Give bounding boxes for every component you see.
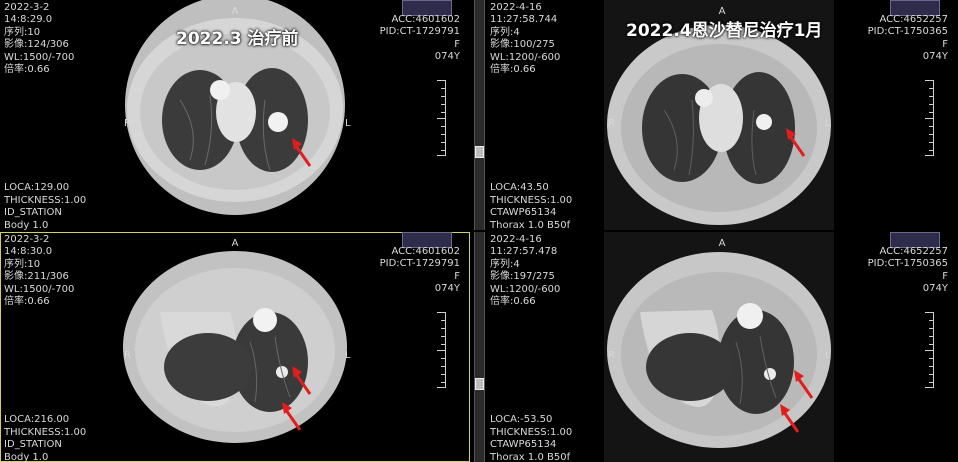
orientation-right: R (124, 118, 131, 129)
orientation-left: L (345, 350, 351, 361)
scale-ruler (925, 80, 934, 156)
image-pane-bottom-right[interactable]: 2022-4-16 11:27:57.478 序列:4 影像:197/275 WL:1… (486, 232, 958, 462)
slice-info-bottom-left: LOCA:216.00 THICKNESS:1.00 ID_STATION Body … (4, 414, 87, 462)
slice-info-bottom-left: LOCA:43.50 THICKNESS:1.00 CTAWP65134 Thorax… (490, 182, 573, 230)
series-scrollbar-top[interactable] (474, 0, 485, 230)
slice-info-bottom-left: LOCA:129.00 THICKNESS:1.00 ID_STATION Body … (4, 182, 87, 230)
orientation-left: L (825, 118, 831, 129)
study-info-top-left: 2022-4-16 11:27:58.744 序列:4 影像:100/275 WL:1… (490, 2, 561, 76)
orientation-right: R (608, 350, 615, 361)
arrow-icon (780, 404, 800, 433)
patient-info-top-right: ACC:4601602 PID:CT-1729791 F 074Y (379, 246, 460, 295)
orientation-left: L (825, 350, 831, 361)
orientation-right: R (124, 350, 131, 361)
patient-info-top-right: ACC:4601602 PID:CT-1729791 F 074Y (379, 14, 460, 63)
image-pane-top-left[interactable]: 2022-3-2 14:8:29.0 序列:10 影像:124/306 WL:1500… (0, 0, 470, 230)
study-info-top-left: 2022-3-2 14:8:29.0 序列:10 影像:124/306 WL:1500… (4, 2, 75, 76)
dicom-viewer: 2022-3-2 14:8:29.0 序列:10 影像:124/306 WL:1500… (0, 0, 958, 462)
scale-ruler (925, 312, 934, 388)
scrollbar-thumb[interactable] (475, 146, 484, 158)
arrow-icon (794, 370, 814, 399)
slice-info-bottom-left: LOCA:-53.50 THICKNESS:1.00 CTAWP65134 Thora… (490, 414, 573, 462)
arrow-icon (282, 402, 302, 431)
orientation-anterior: A (231, 6, 239, 17)
patient-info-top-right: ACC:4652257 PID:CT-1750365 F 074Y (867, 246, 948, 295)
scale-ruler (437, 80, 446, 156)
caption-before-treatment: 2022.3 治疗前 (176, 29, 299, 49)
scale-ruler (437, 312, 446, 388)
arrow-icon (786, 128, 806, 157)
study-info-top-left: 2022-3-2 14:8:30.0 序列:10 影像:211/306 WL:1500… (4, 234, 75, 308)
orientation-right: R (608, 118, 615, 129)
ct-slice-image (123, 251, 347, 443)
orientation-left: L (345, 118, 351, 129)
image-pane-bottom-left[interactable]: 2022-3-2 14:8:30.0 序列:10 影像:211/306 WL:1500… (0, 232, 470, 462)
scrollbar-thumb[interactable] (475, 378, 484, 390)
study-info-top-left: 2022-4-16 11:27:57.478 序列:4 影像:197/275 WL:1… (490, 234, 561, 308)
patient-info-top-right: ACC:4652257 PID:CT-1750365 F 074Y (867, 14, 948, 63)
orientation-anterior: A (718, 238, 726, 249)
caption-after-treatment: 2022.4恩沙替尼治疗1月 (626, 21, 823, 41)
arrow-icon (292, 366, 312, 395)
arrow-icon (292, 138, 312, 167)
series-scrollbar-bottom[interactable] (474, 232, 485, 462)
orientation-anterior: A (231, 238, 239, 249)
image-pane-top-right[interactable]: 2022-4-16 11:27:58.744 序列:4 影像:100/275 WL:1… (486, 0, 958, 230)
